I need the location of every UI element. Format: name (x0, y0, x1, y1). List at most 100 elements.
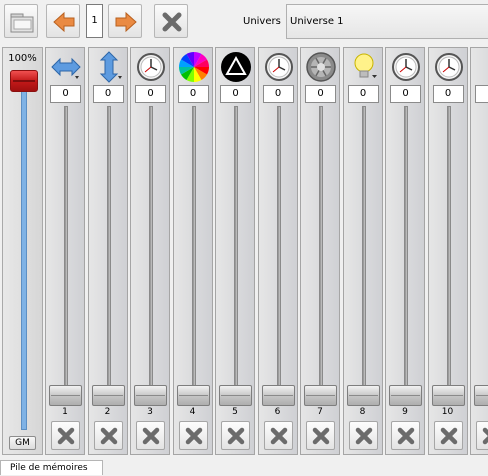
channel-strip: 01 (45, 47, 85, 455)
color-wheel-icon[interactable] (178, 51, 210, 83)
channel-fader-handle[interactable] (176, 385, 210, 406)
channel-fader-track[interactable] (191, 106, 196, 396)
channel-fader-track[interactable] (319, 106, 323, 396)
channel-release-button[interactable] (93, 421, 123, 450)
open-folder-button[interactable] (4, 4, 38, 38)
channel-release-button[interactable] (178, 421, 208, 450)
channel-value-field[interactable]: 0 (262, 85, 294, 103)
channel-fader-handle[interactable] (474, 385, 488, 406)
channel-fader-track[interactable] (404, 106, 408, 396)
channel-number: 9 (402, 407, 408, 417)
channel-number: 7 (317, 407, 323, 417)
channel-fader-handle[interactable] (431, 385, 465, 406)
channel-number: 10 (441, 407, 454, 417)
channel-fader-track[interactable] (234, 106, 238, 396)
close-icon (312, 427, 330, 445)
channel-value-field[interactable]: 0 (177, 85, 209, 103)
channel-fader-track[interactable] (446, 106, 451, 396)
grand-master-percent: 100% (8, 53, 37, 64)
next-page-button[interactable] (108, 4, 142, 38)
grand-master-button[interactable]: GM (9, 436, 36, 450)
channel-fader-handle[interactable] (389, 385, 422, 406)
channel-release-button[interactable] (221, 421, 250, 450)
clear-all-button[interactable] (154, 4, 188, 38)
channel-release-button[interactable] (391, 421, 420, 450)
channel-fader-track[interactable] (64, 106, 68, 396)
close-icon (100, 427, 117, 445)
channel-value-field[interactable]: 0 (432, 85, 464, 103)
channel-strip: 05 (215, 47, 255, 455)
toolbar: 1 Univers Universe 1 (0, 0, 488, 44)
channel-fader-handle[interactable] (261, 385, 295, 406)
channel-value-field[interactable]: 0 (220, 85, 251, 103)
universe-select[interactable]: Universe 1 (286, 4, 488, 39)
arrow-right-icon (115, 11, 137, 33)
grand-master-strip: 100% GM (2, 47, 43, 455)
channel-strips: 0102030405060708090100 (45, 47, 488, 457)
channel-strip: 0 10 (427, 47, 468, 455)
channel-release-button[interactable] (136, 421, 165, 450)
clock-icon[interactable] (263, 51, 295, 83)
channel-release-button[interactable] (433, 421, 463, 450)
channel-fader-handle[interactable] (304, 385, 337, 406)
pan-arrows-icon[interactable] (50, 51, 82, 83)
channel-strip: 0 (470, 47, 488, 455)
channel-number: 1 (62, 407, 68, 417)
close-icon (355, 427, 372, 445)
channel-fader-handle[interactable] (346, 385, 380, 406)
channel-release-button[interactable] (348, 421, 378, 450)
channel-strip: 03 (130, 47, 170, 455)
channel-strip: 08 (342, 47, 383, 455)
page-number-field[interactable]: 1 (86, 4, 103, 38)
channel-number: 4 (189, 407, 196, 417)
channel-number: 5 (232, 407, 238, 417)
channel-fader-handle[interactable] (219, 385, 252, 406)
channel-number: 6 (274, 407, 281, 417)
channel-fader-handle[interactable] (91, 385, 125, 406)
channel-fader-track[interactable] (149, 106, 153, 396)
channel-fader-track[interactable] (106, 106, 111, 396)
channel-fader-track[interactable] (276, 106, 281, 396)
channel-value-field[interactable]: 0 (347, 85, 379, 103)
grand-master-track[interactable] (21, 78, 27, 430)
channel-release-button[interactable] (476, 421, 488, 450)
channel-fader-handle[interactable] (49, 385, 82, 406)
tilt-arrows-icon[interactable] (93, 51, 125, 83)
shutter-iris-icon[interactable] (305, 51, 337, 83)
close-icon (142, 427, 160, 445)
channel-value-field[interactable]: 0 (50, 85, 81, 103)
folder-icon (10, 13, 34, 33)
channel-value-field[interactable]: 0 (305, 85, 336, 103)
universe-label: Univers (243, 16, 281, 27)
close-icon (482, 427, 488, 445)
prism-triangle-icon[interactable] (220, 51, 252, 83)
channel-strip: 02 (87, 47, 128, 455)
channel-icon[interactable] (475, 51, 488, 83)
arrow-left-icon (53, 11, 75, 33)
channel-release-button[interactable] (51, 421, 80, 450)
close-icon (440, 427, 457, 445)
channel-value-field[interactable]: 0 (475, 85, 488, 103)
close-icon (185, 427, 202, 445)
channel-fader-handle[interactable] (134, 385, 167, 406)
close-icon (397, 427, 415, 445)
channel-fader-track[interactable] (361, 106, 366, 396)
close-icon (162, 12, 182, 32)
grand-master-handle[interactable] (10, 70, 38, 92)
channel-strip: 09 (385, 47, 425, 455)
channel-release-button[interactable] (263, 421, 293, 450)
clock-icon[interactable] (135, 51, 167, 83)
close-icon (57, 427, 75, 445)
previous-page-button[interactable] (46, 4, 80, 38)
channel-value-field[interactable]: 0 (390, 85, 421, 103)
channel-strip: 06 (257, 47, 298, 455)
channel-release-button[interactable] (306, 421, 335, 450)
clock-icon[interactable] (433, 51, 465, 83)
clock-icon[interactable] (390, 51, 422, 83)
lightbulb-icon[interactable] (348, 51, 380, 83)
channel-value-field[interactable]: 0 (92, 85, 124, 103)
tab-memory-stack[interactable]: Pile de mémoires (0, 460, 103, 475)
channel-strip: 07 (300, 47, 340, 455)
channel-value-field[interactable]: 0 (135, 85, 166, 103)
channel-number: 3 (147, 407, 153, 417)
